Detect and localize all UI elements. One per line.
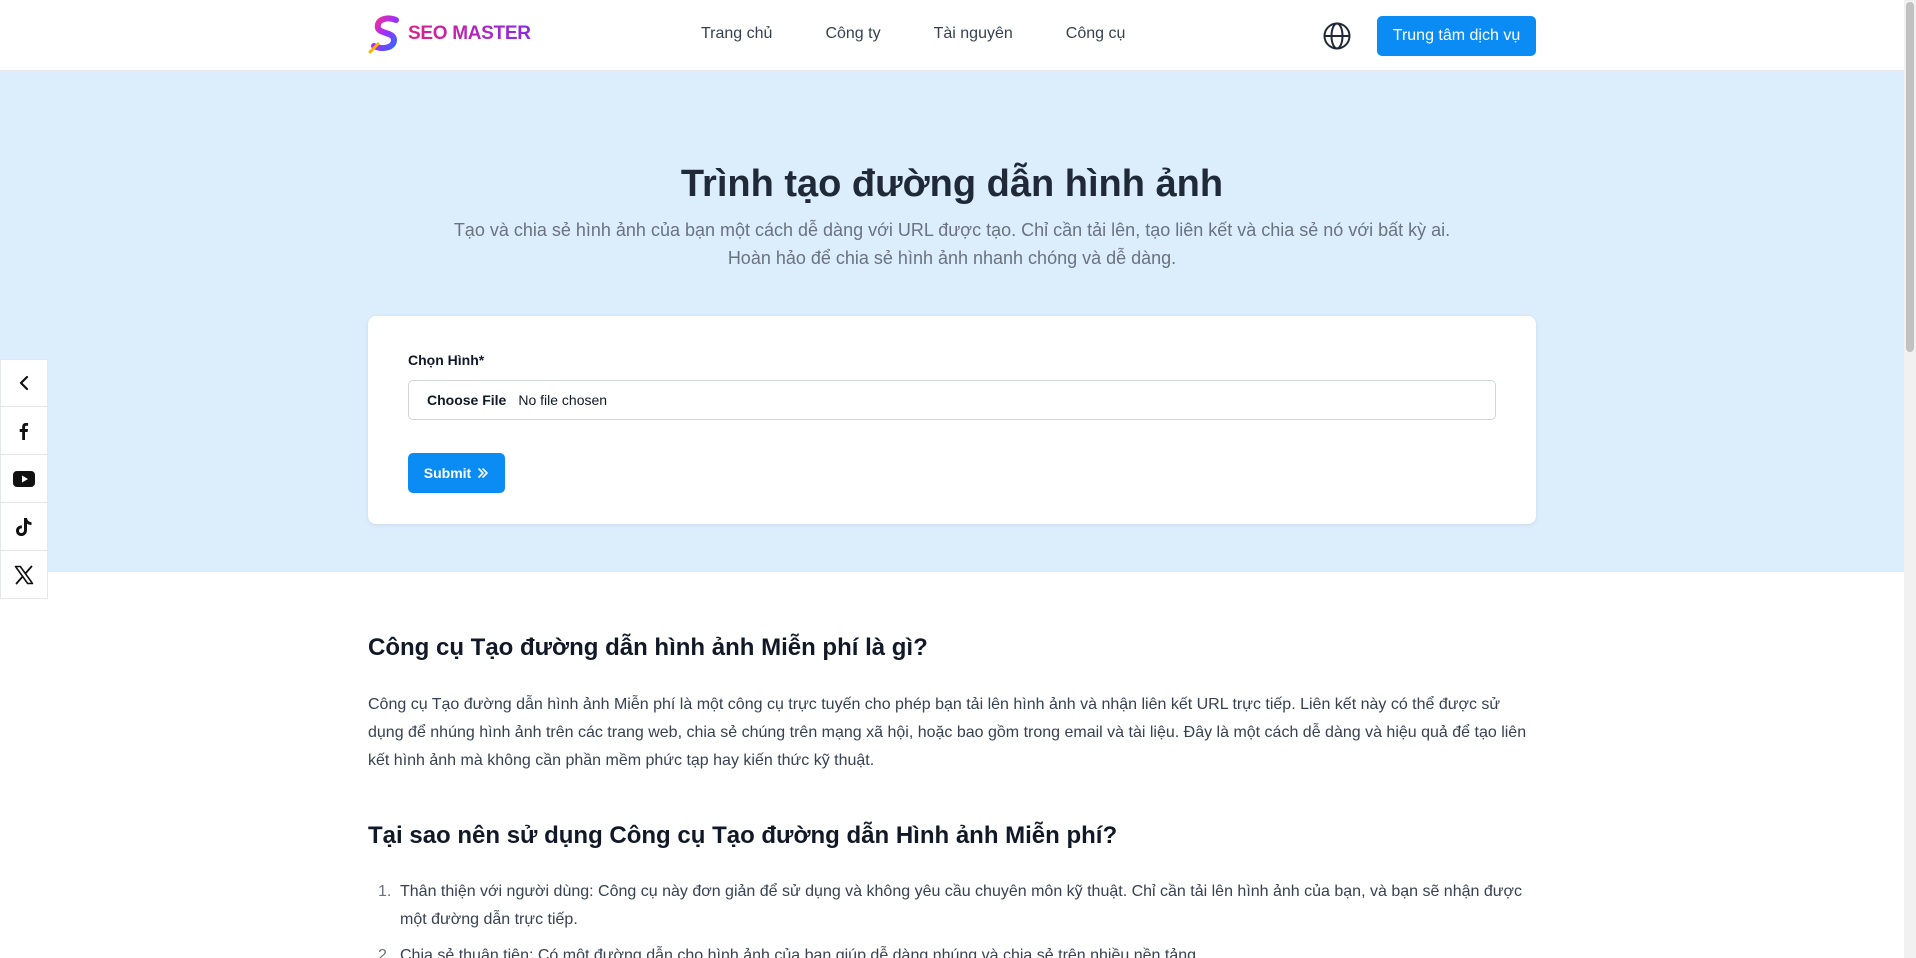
tiktok-icon bbox=[16, 517, 32, 536]
scrollbar-thumb[interactable] bbox=[1906, 2, 1914, 352]
x-link[interactable] bbox=[0, 551, 48, 599]
globe-icon[interactable] bbox=[1322, 21, 1352, 51]
logo[interactable]: SEO MASTER bbox=[368, 14, 531, 54]
image-field-label: Chọn Hình* bbox=[408, 352, 485, 368]
list-item-text: Chia sẻ thuận tiện: Có một đường dẫn cho… bbox=[400, 947, 1201, 958]
list-item-text: Thân thiện với người dùng: Công cụ này đ… bbox=[400, 883, 1522, 928]
section-paragraph-what: Công cụ Tạo đường dẫn hình ảnh Miễn phí … bbox=[368, 696, 1527, 769]
service-center-button[interactable]: Trung tâm dịch vụ bbox=[1377, 16, 1536, 56]
page-scrollbar[interactable] bbox=[1904, 0, 1916, 958]
tiktok-link[interactable] bbox=[0, 503, 48, 551]
youtube-icon bbox=[13, 470, 35, 487]
section-heading-what: Công cụ Tạo đường dẫn hình ảnh Miễn phí … bbox=[368, 634, 928, 661]
submit-button[interactable]: Submit bbox=[408, 453, 505, 493]
section-heading-why: Tại sao nên sử dụng Công cụ Tạo đường dẫ… bbox=[368, 822, 1118, 849]
facebook-link[interactable] bbox=[0, 407, 48, 455]
file-status: No file chosen bbox=[518, 392, 608, 408]
site-header: SEO MASTER Trang chủ Công ty Tài nguyên … bbox=[0, 0, 1904, 71]
double-chevron-right-icon bbox=[478, 468, 489, 478]
file-input[interactable]: Choose File No file chosen bbox=[408, 380, 1496, 420]
page-subtitle: Tạo và chia sẻ hình ảnh của bạn một cách… bbox=[453, 220, 1451, 268]
page-title: Trình tạo đường dẫn hình ảnh bbox=[680, 163, 1224, 205]
x-icon bbox=[14, 565, 34, 584]
nav-resources[interactable]: Tài nguyên bbox=[934, 25, 1013, 43]
facebook-icon bbox=[19, 422, 29, 440]
list-item-number: 1. bbox=[378, 883, 392, 900]
upload-card: Chọn Hình* Choose File No file chosen Su… bbox=[368, 316, 1536, 524]
collapse-sidebar-button[interactable] bbox=[0, 359, 48, 407]
main-nav: Trang chủ Công ty Tài nguyên Công cụ bbox=[701, 25, 1125, 43]
logo-text: SEO MASTER bbox=[408, 23, 531, 44]
social-sidebar bbox=[0, 359, 48, 599]
chevron-left-icon bbox=[19, 375, 29, 391]
list-item: 2. Chia sẻ thuận tiện: Có một đường dẫn … bbox=[368, 942, 1536, 958]
nav-home[interactable]: Trang chủ bbox=[701, 25, 772, 43]
nav-tools[interactable]: Công cụ bbox=[1066, 25, 1126, 43]
submit-label: Submit bbox=[423, 465, 472, 481]
list-item: 1. Thân thiện với người dùng: Công cụ nà… bbox=[368, 878, 1536, 934]
youtube-link[interactable] bbox=[0, 455, 48, 503]
logo-icon bbox=[368, 15, 399, 54]
benefits-list: 1. Thân thiện với người dùng: Công cụ nà… bbox=[368, 878, 1536, 958]
list-item-number: 2. bbox=[378, 947, 392, 958]
nav-company[interactable]: Công ty bbox=[825, 25, 880, 43]
choose-file-button[interactable]: Choose File bbox=[427, 392, 506, 408]
hero-section: Trình tạo đường dẫn hình ảnh Tạo và chia… bbox=[0, 71, 1904, 572]
